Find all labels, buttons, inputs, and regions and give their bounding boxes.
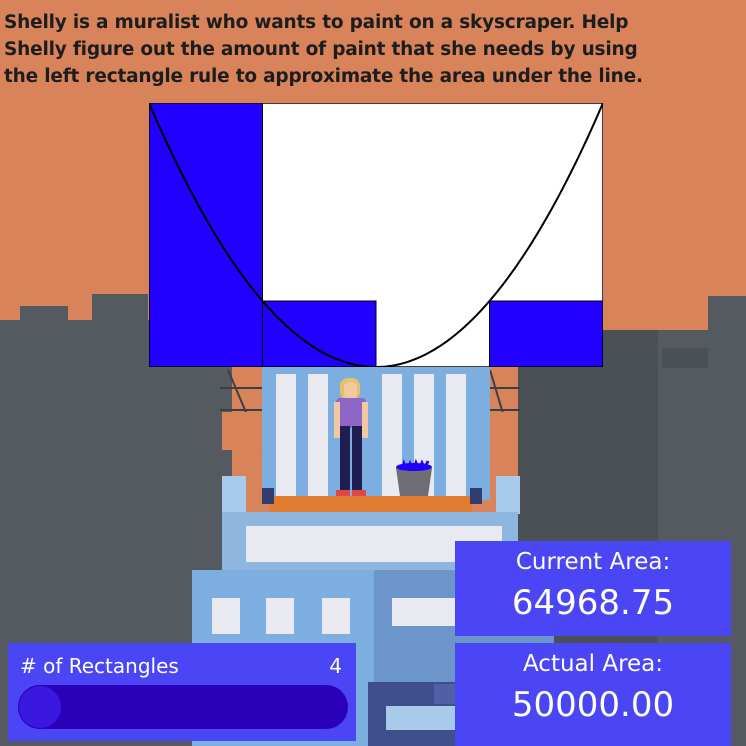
current-area-panel: Current Area: 64968.75 bbox=[455, 541, 731, 636]
rectangles-count: 4 bbox=[329, 654, 342, 678]
actual-area-label: Actual Area: bbox=[522, 651, 664, 677]
rectangles-slider[interactable] bbox=[18, 685, 348, 729]
mural-graph bbox=[149, 103, 603, 367]
current-area-value: 64968.75 bbox=[511, 583, 675, 623]
paint-bucket bbox=[396, 458, 432, 496]
actual-area-value: 50000.00 bbox=[511, 685, 675, 725]
left-rectangle bbox=[489, 300, 603, 367]
instructions-text: Shelly is a muralist who wants to paint … bbox=[4, 12, 643, 87]
left-rectangle bbox=[262, 300, 377, 367]
current-area-label: Current Area: bbox=[515, 549, 671, 575]
actual-area-panel: Actual Area: 50000.00 bbox=[455, 643, 731, 746]
rectangles-control-panel: # of Rectangles 4 bbox=[8, 643, 356, 741]
rectangles-label: # of Rectangles bbox=[20, 654, 179, 678]
slider-thumb[interactable] bbox=[18, 685, 62, 729]
